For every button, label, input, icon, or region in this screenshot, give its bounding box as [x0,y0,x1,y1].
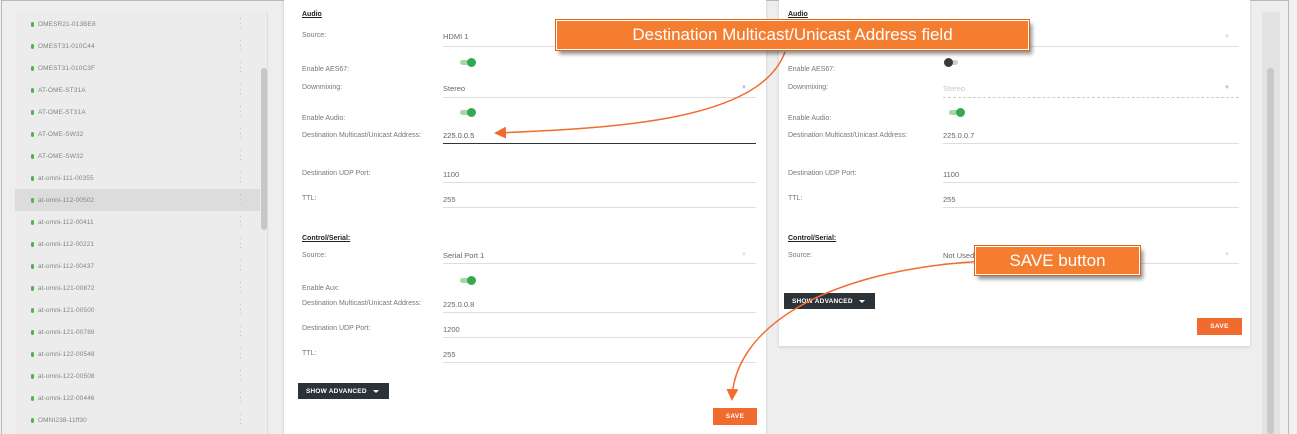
dest-field-arrow [494,51,786,139]
annotation-arrows [494,51,986,401]
save-button-callout: SAVE button [974,245,1141,276]
dest-field-callout: Destination Multicast/Unicast Address fi… [555,19,1030,51]
save-button-arrow [726,260,986,401]
